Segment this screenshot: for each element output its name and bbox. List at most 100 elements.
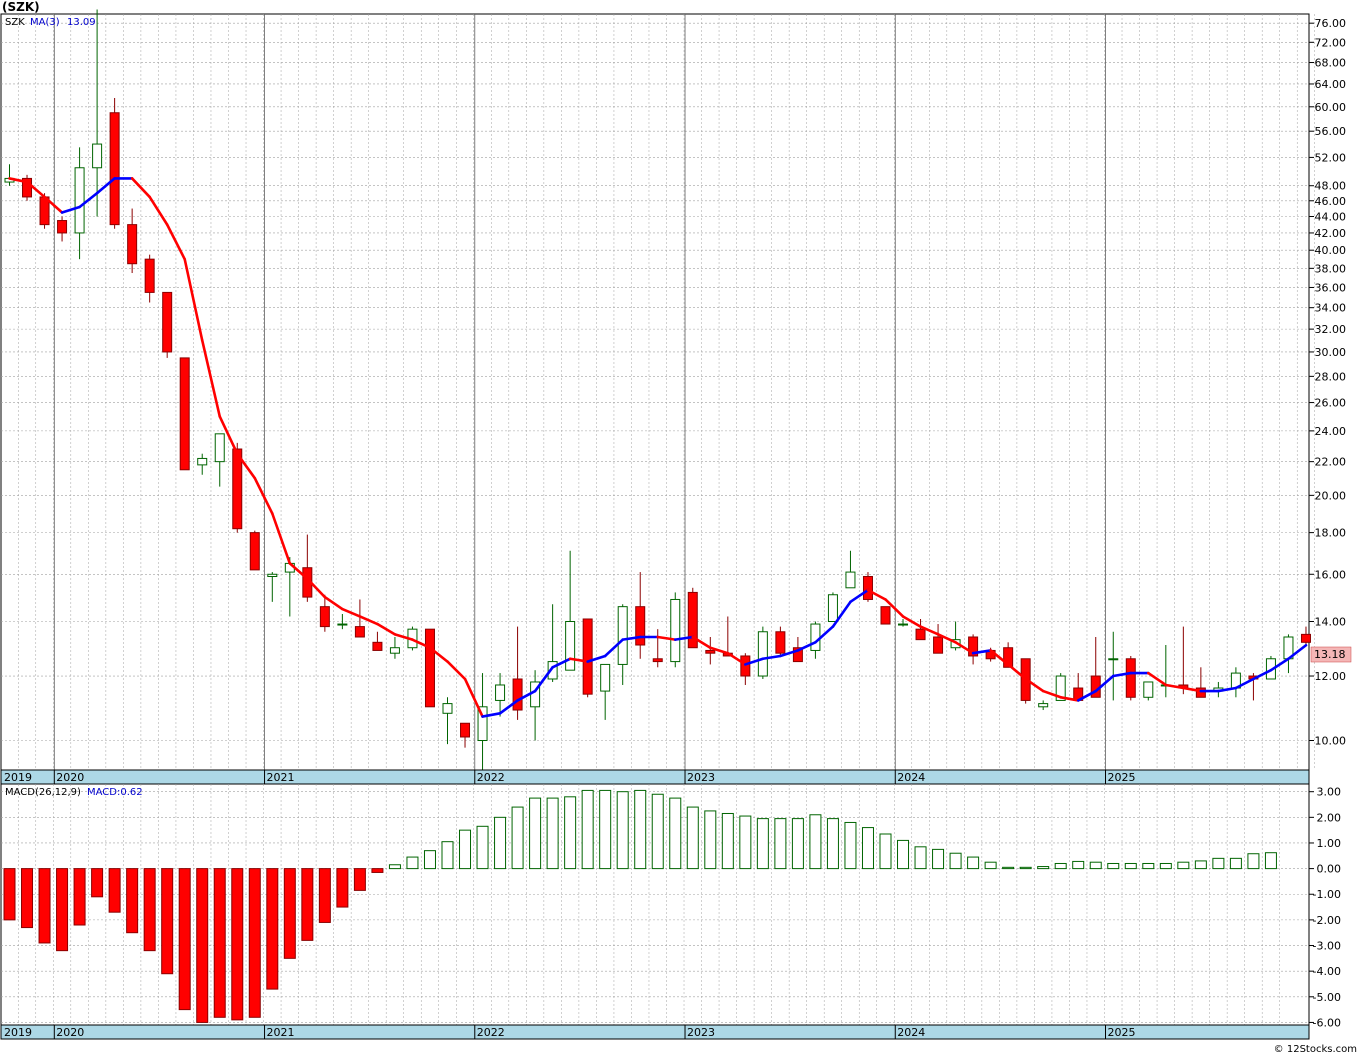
macd-bar (231, 868, 244, 1021)
candle-body (565, 621, 576, 671)
macd-bar (1212, 857, 1225, 870)
watermark: © 12Stocks.com (1274, 1044, 1357, 1055)
x-tick-label: 2022 (477, 1026, 505, 1039)
macd-bar (967, 856, 980, 870)
candle-body (74, 167, 85, 234)
macd-tick-label: -6.00 (1313, 1016, 1341, 1029)
x-tick-label: 2021 (267, 1026, 295, 1039)
macd-bar (1177, 861, 1190, 870)
macd-tick-label: 0.00 (1317, 863, 1342, 876)
macd-bar (791, 818, 804, 870)
macd-bar (336, 868, 349, 908)
macd-bar (476, 825, 489, 870)
macd-bar (178, 868, 191, 1011)
candle-body (898, 623, 909, 626)
macd-bar (739, 815, 752, 870)
macd-bar (1019, 866, 1032, 870)
x-tick-label: 2022 (477, 771, 505, 784)
macd-bar (494, 816, 507, 870)
price-tick-label: 36.00 (1315, 281, 1347, 294)
candle-body (617, 606, 628, 665)
price-tick-label: 48.00 (1315, 180, 1347, 193)
price-tick-label: 16.00 (1315, 568, 1347, 581)
macd-bar (126, 868, 139, 934)
price-tick-label: 42.00 (1315, 227, 1347, 240)
macd-tick-label: 1.00 (1317, 837, 1342, 850)
candle-body (424, 628, 435, 708)
price-tick-label: 32.00 (1315, 323, 1347, 336)
macd-bar (1124, 862, 1137, 870)
price-y-axis: 10.00 12.00 14.00 16.00 18.00 20.00 22.00 24.00… (1309, 17, 1347, 748)
candle-body (775, 631, 786, 654)
chart-title: (SZK) (2, 0, 40, 14)
macd-bar (932, 848, 945, 870)
candle-body (1300, 633, 1311, 643)
candle-body (57, 220, 68, 234)
macd-bar (38, 868, 51, 944)
price-tick-label: 18.00 (1315, 527, 1347, 540)
macd-bar (1037, 866, 1050, 870)
price-tick-label: 68.00 (1315, 57, 1347, 70)
macd-bar (301, 868, 314, 941)
price-tick-label: 44.00 (1315, 210, 1347, 223)
price-tick-label: 14.00 (1315, 616, 1347, 629)
candle-body (670, 598, 681, 663)
candle-body (92, 143, 103, 169)
macd-tick-label: 2.00 (1317, 811, 1342, 824)
candle-body (705, 649, 716, 654)
price-tick-label: 56.00 (1315, 125, 1347, 138)
candle-body (1143, 681, 1154, 698)
macd-bar (1194, 860, 1207, 870)
x-tick-label: 2020 (56, 771, 84, 784)
price-tick-label: 20.00 (1315, 489, 1347, 502)
candle-body (827, 594, 838, 623)
macd-bar (423, 850, 436, 870)
macd-bar (213, 868, 226, 1018)
macd-bar (546, 797, 559, 870)
macd-bar (371, 868, 384, 873)
candle-body (354, 626, 365, 638)
macd-bar (1107, 862, 1120, 870)
macd-bar (1247, 853, 1260, 870)
candle-body (512, 678, 523, 711)
macd-bar (73, 868, 86, 926)
macd-bar (388, 864, 401, 870)
macd-bar (318, 868, 331, 923)
macd-bar (1142, 862, 1155, 870)
macd-bar (949, 852, 962, 870)
macd-bar (353, 868, 366, 891)
macd-bar (459, 829, 472, 870)
x-tick-label: 2025 (1108, 1026, 1136, 1039)
macd-bar (1089, 861, 1102, 870)
price-tick-label: 10.00 (1315, 735, 1347, 748)
macd-bar (774, 818, 787, 870)
legend-ma-value: 13.09 (67, 17, 96, 28)
price-tick-label: 12.00 (1315, 670, 1347, 683)
candle-body (600, 663, 611, 692)
price-tick-label: 22.00 (1315, 456, 1347, 469)
price-tick-label: 38.00 (1315, 262, 1347, 275)
macd-bar (599, 789, 612, 870)
candle-body (862, 575, 873, 600)
candle-body (179, 357, 190, 471)
price-tick-label: 40.00 (1315, 244, 1347, 257)
macd-bar (721, 812, 734, 870)
candle-body (460, 722, 471, 738)
x-tick-label: 2024 (897, 771, 925, 784)
x-tick-label: 2024 (897, 1026, 925, 1039)
candle-body (845, 571, 856, 589)
candle-body (389, 647, 400, 654)
macd-bar (1229, 857, 1242, 870)
price-tick-label: 26.00 (1315, 397, 1347, 410)
macd-tick-label: -5.00 (1313, 991, 1341, 1004)
legend-symbol: SZK (5, 17, 25, 28)
candle-body (1125, 658, 1136, 698)
price-tick-label: 60.00 (1315, 101, 1347, 114)
candle-body (582, 618, 593, 695)
macd-bar (161, 868, 174, 975)
candle-body (1108, 658, 1119, 661)
price-tick-label: 24.00 (1315, 425, 1347, 438)
price-tick-label: 64.00 (1315, 78, 1347, 91)
macd-bar (406, 856, 419, 870)
macd-bar (861, 827, 874, 870)
